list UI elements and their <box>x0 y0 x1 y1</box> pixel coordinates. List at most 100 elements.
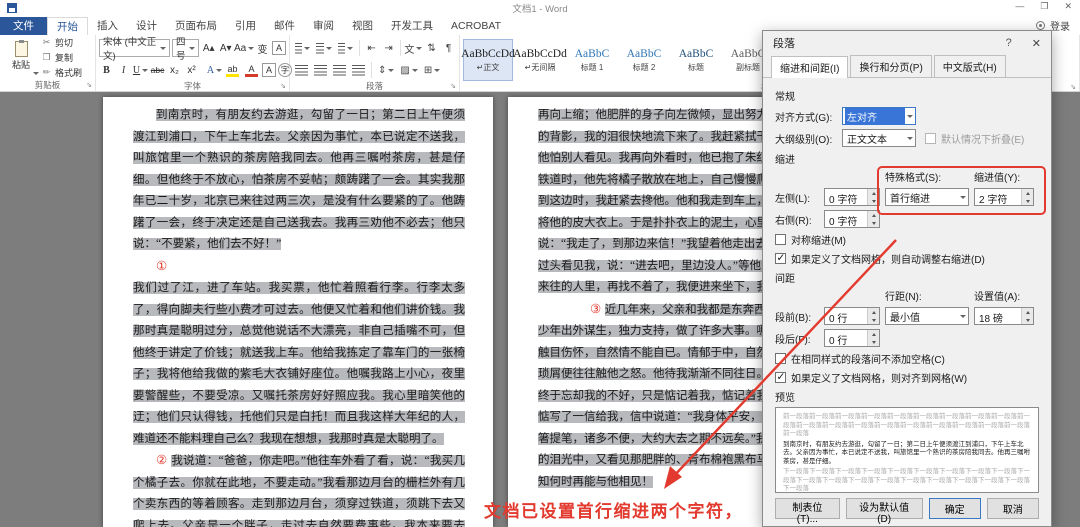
minimize-button[interactable]: — <box>1015 1 1024 12</box>
decrease-indent-button[interactable]: ⇤ <box>364 39 379 57</box>
tab-页面布局[interactable]: 页面布局 <box>166 17 226 35</box>
tab-设计[interactable]: 设计 <box>127 17 166 35</box>
dialog-checkbox[interactable]: 对称缩进(M) <box>775 232 1039 247</box>
format-painter-button[interactable]: ✏ 格式刷 <box>39 66 84 79</box>
spinner-up-icon[interactable] <box>868 189 879 197</box>
help-button[interactable]: ? <box>1006 37 1012 49</box>
spinner-down-icon[interactable] <box>868 197 879 205</box>
tab-ACROBAT[interactable]: ACROBAT <box>442 17 510 35</box>
align-center-button[interactable] <box>312 61 329 79</box>
character-border-button[interactable]: A <box>272 41 287 55</box>
italic-button[interactable]: I <box>116 61 131 79</box>
tab-视图[interactable]: 视图 <box>343 17 382 35</box>
borders-button[interactable]: ⊞ <box>422 61 442 79</box>
spinner-down-icon[interactable] <box>1022 197 1033 205</box>
dialog-tab[interactable]: 中文版式(H) <box>933 55 1006 77</box>
spinner-up-icon[interactable] <box>1022 189 1033 197</box>
font-dialog-launcher[interactable]: ⇘ <box>280 83 286 90</box>
line-spacing-button[interactable]: ⇕ <box>376 61 396 79</box>
spacing-at-input[interactable]: 18 磅 <box>974 307 1034 325</box>
increase-indent-button[interactable]: ⇥ <box>381 39 396 57</box>
tab-插入[interactable]: 插入 <box>88 17 127 35</box>
tab-开发工具[interactable]: 开发工具 <box>382 17 442 35</box>
highlight-color-button[interactable]: ab <box>224 61 241 79</box>
style-item[interactable]: AaBbCcDd ↵正文 <box>461 39 515 81</box>
indent-right-input[interactable]: 0 字符 <box>824 210 880 228</box>
document-page-1[interactable]: 到南京时，有朋友约去游逛，勾留了一日；第二日上午便须渡江到浦口，下午上车北去。父… <box>103 97 493 527</box>
cut-button[interactable]: ✂ 剪切 <box>39 36 84 49</box>
asian-layout-button[interactable]: 文 <box>404 39 423 57</box>
ok-button[interactable]: 确定 <box>928 498 981 519</box>
align-right-button[interactable] <box>331 61 348 79</box>
spinner-down-icon[interactable] <box>868 316 879 324</box>
justify-icon <box>352 64 365 76</box>
copy-button[interactable]: ❐ 复制 <box>39 51 84 64</box>
paste-button[interactable]: 粘贴 <box>3 36 39 79</box>
indent-by-input[interactable]: 2 字符 <box>974 188 1034 206</box>
show-paragraph-marks-button[interactable]: ¶ <box>441 39 456 57</box>
change-case-button[interactable]: Aa <box>234 39 255 57</box>
font-size-select[interactable]: 四号 <box>171 37 200 62</box>
bullets-button[interactable] <box>293 39 312 57</box>
justify-button[interactable] <box>350 61 367 79</box>
character-shading-button[interactable]: A <box>262 63 276 77</box>
spinner-up-icon[interactable] <box>868 330 879 338</box>
dialog-tab[interactable]: 缩进和间距(I) <box>771 56 849 78</box>
spinner-down-icon[interactable] <box>868 338 879 346</box>
space-before-input[interactable]: 0 行 <box>824 307 880 325</box>
spinner-down-icon[interactable] <box>1022 316 1033 324</box>
style-item[interactable]: AaBbCcDd ↵无间隔 <box>513 39 567 81</box>
paragraph-dialog-launcher[interactable]: ⇘ <box>450 83 456 90</box>
style-item[interactable]: AaBbC 标题 <box>671 39 721 81</box>
multilevel-list-button[interactable] <box>336 39 355 57</box>
style-item[interactable]: AaBbC 标题 2 <box>619 39 669 81</box>
style-name: 副标题 <box>736 62 760 72</box>
special-format-select[interactable]: 首行缩进 <box>885 188 969 206</box>
sort-button[interactable]: ⇅ <box>424 39 439 57</box>
clipboard-dialog-launcher[interactable]: ⇘ <box>86 82 92 89</box>
spinner-up-icon[interactable] <box>868 211 879 219</box>
shrink-font-button[interactable]: A▾ <box>218 39 233 57</box>
bold-button[interactable]: B <box>99 61 114 79</box>
font-name-select[interactable]: 宋体 (中文正文) <box>99 37 170 62</box>
tab-引用[interactable]: 引用 <box>226 17 265 35</box>
spinner-up-icon[interactable] <box>1022 308 1033 316</box>
restore-button[interactable]: ❐ <box>1040 1 1048 12</box>
dialog-checkbox[interactable]: 在相同样式的段落间不添加空格(C) <box>775 351 1039 366</box>
collapsed-by-default-checkbox[interactable]: 默认情况下折叠(E) <box>925 131 1024 146</box>
style-item[interactable]: AaBbC 标题 1 <box>567 39 617 81</box>
spinner-up-icon[interactable] <box>868 308 879 316</box>
close-button[interactable]: ✕ <box>1064 1 1072 12</box>
superscript-button[interactable]: x² <box>184 61 199 79</box>
tab-审阅[interactable]: 审阅 <box>304 17 343 35</box>
styles-dialog-launcher[interactable]: ⇘ <box>1070 84 1076 91</box>
subscript-button[interactable]: x₂ <box>167 61 182 79</box>
tab-开始[interactable]: 开始 <box>47 17 88 35</box>
paragraph: 到南京时，有朋友约去游逛，勾留了一日；第二日上午便须渡江到浦口，下午上车北去。父… <box>133 105 465 256</box>
font-color-button[interactable]: A <box>243 61 260 79</box>
space-after-input[interactable]: 0 行 <box>824 329 880 347</box>
strikethrough-button[interactable]: abc <box>150 61 165 79</box>
set-default-button[interactable]: 设为默认值(D) <box>845 498 923 525</box>
phonetic-guide-button[interactable]: 变 <box>255 39 270 57</box>
grow-font-button[interactable]: A▴ <box>201 39 216 57</box>
numbering-button[interactable] <box>314 39 333 57</box>
cancel-button[interactable]: 取消 <box>986 498 1039 519</box>
alignment-select[interactable]: 左对齐 <box>842 107 916 125</box>
align-left-button[interactable] <box>293 61 310 79</box>
dialog-checkbox[interactable]: 如果定义了文档网格，则对齐到网格(W) <box>775 370 1039 385</box>
dialog-checkbox[interactable]: 如果定义了文档网格，则自动调整右缩进(D) <box>775 251 1039 266</box>
dialog-close-button[interactable]: ✕ <box>1032 37 1041 50</box>
tab-邮件[interactable]: 邮件 <box>265 17 304 35</box>
line-spacing-select[interactable]: 最小值 <box>885 307 969 325</box>
file-tab[interactable]: 文件 <box>0 17 47 35</box>
shading-button[interactable]: ▨ <box>398 61 419 79</box>
text-effects-button[interactable]: A <box>207 61 223 79</box>
tabs-button[interactable]: 制表位(T)... <box>775 498 840 525</box>
save-icon[interactable] <box>7 3 17 13</box>
underline-button[interactable]: U <box>133 61 149 79</box>
indent-left-input[interactable]: 0 字符 <box>824 188 880 206</box>
spinner-down-icon[interactable] <box>868 219 879 227</box>
dialog-tab[interactable]: 换行和分页(P) <box>850 55 932 77</box>
outline-level-select[interactable]: 正文文本 <box>842 129 916 147</box>
